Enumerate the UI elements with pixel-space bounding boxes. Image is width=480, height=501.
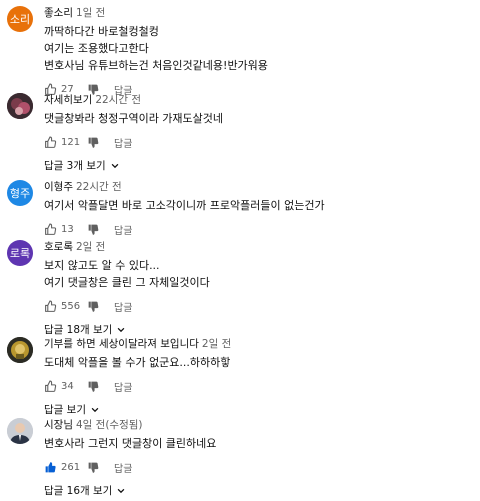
author-name[interactable]: 기부를 하면 세상이달라져 보입니다 <box>44 338 199 350</box>
chevron-down-icon <box>111 163 119 168</box>
avatar[interactable] <box>7 337 33 363</box>
comment-actions: 261 답글 <box>44 458 472 476</box>
reply-button[interactable]: 답글 <box>114 460 132 475</box>
thumb-up-outline-icon <box>45 300 57 312</box>
comment-header: 시장님 4일 전(수정됨) <box>44 418 472 432</box>
reply-button[interactable]: 답글 <box>114 222 132 237</box>
avatar[interactable] <box>7 418 33 444</box>
comment-text-line: 여기 댓글창은 클린 그 자체일것이다 <box>44 276 210 289</box>
like-count: 121 <box>61 136 81 148</box>
avatar-initials: 로록 <box>9 247 31 260</box>
comment-header: 이형주 22시간 전 <box>44 180 472 194</box>
view-replies-label: 답글 3개 보기 <box>44 160 106 172</box>
comment-time[interactable]: 22시간 전 <box>76 181 122 193</box>
comment-actions: 13 답글 <box>44 220 472 238</box>
avatar[interactable]: 소리 <box>7 6 33 32</box>
view-replies-button[interactable]: 답글 18개 보기 <box>44 322 472 337</box>
like-count: 34 <box>61 380 74 392</box>
comment-text-line: 보지 않고도 알 수 있다... <box>44 259 160 272</box>
thumb-up-outline-icon <box>45 136 57 148</box>
view-replies-button[interactable]: 답글 3개 보기 <box>44 158 472 173</box>
author-name[interactable]: 좋소리 <box>44 7 73 19</box>
author-name[interactable]: 이형주 <box>44 181 73 193</box>
dislike-button[interactable] <box>87 380 100 393</box>
comment-actions: 556 답글 <box>44 297 472 315</box>
like-button[interactable] <box>44 461 57 474</box>
comments-section: 소리 좋소리 1일 전 까딱하다간 바로철컹철컹 여기는 조용했다고한다 변호사님… <box>0 0 480 501</box>
comment-text-line: 변호사라 그런지 댓글창이 클린하네요 <box>44 437 217 450</box>
author-name[interactable]: 시장님 <box>44 419 73 431</box>
like-button[interactable] <box>44 380 57 393</box>
avatar-photo-icon <box>7 418 33 444</box>
comment-text: 변호사라 그런지 댓글창이 클린하네요 <box>44 435 472 452</box>
comment-text-line: 까딱하다간 바로철컹철컹 <box>44 25 159 38</box>
comment-text: 댓글창봐라 청정구역이라 가재도살것네 <box>44 110 472 127</box>
thumb-up-filled-icon <box>45 461 56 472</box>
avatar-initials: 소리 <box>9 13 31 26</box>
comment-header: 기부를 하면 세상이달라져 보입니다 2일 전 <box>44 337 472 351</box>
author-name[interactable]: 호로록 <box>44 241 73 253</box>
comment-text: 도대체 악플을 볼 수가 없군요...하하하핳 <box>44 354 472 371</box>
comment-actions: 121 답글 <box>44 133 472 151</box>
like-button[interactable] <box>44 136 57 149</box>
comment-text: 까딱하다간 바로철컹철컹 여기는 조용했다고한다 변호사님 유튜브하는건 처음인… <box>44 23 472 74</box>
like-button[interactable] <box>44 300 57 313</box>
thumb-up-outline-icon <box>45 380 57 392</box>
like-count: 13 <box>61 223 74 235</box>
dislike-button[interactable] <box>87 300 100 313</box>
avatar[interactable]: 로록 <box>7 240 33 266</box>
like-button[interactable] <box>44 223 57 236</box>
author-name[interactable]: 자세히보기 <box>44 94 92 106</box>
comment-header: 자세히보기 22시간 전 <box>44 93 472 107</box>
view-replies-button[interactable]: 답글 보기 <box>44 402 472 417</box>
comment-text-line: 도대체 악플을 볼 수가 없군요...하하하핳 <box>44 356 231 369</box>
dislike-button[interactable] <box>87 461 100 474</box>
comment-header: 좋소리 1일 전 <box>44 6 472 20</box>
thumb-up-outline-icon <box>45 223 57 235</box>
comment-text-line: 댓글창봐라 청정구역이라 가재도살것네 <box>44 112 224 125</box>
thumb-down-icon <box>88 462 99 473</box>
avatar[interactable] <box>7 93 33 119</box>
comment-time[interactable]: 2일 전 <box>202 338 231 350</box>
like-count: 261 <box>61 461 81 473</box>
chevron-down-icon <box>91 407 99 412</box>
avatar-photo-icon <box>7 93 33 119</box>
view-replies-label: 답글 18개 보기 <box>44 324 113 336</box>
comment-text: 여기서 악플달면 바로 고소각이니까 프로악플러들이 없는건가 <box>44 197 472 214</box>
comment-text: 보지 않고도 알 수 있다... 여기 댓글창은 클린 그 자체일것이다 <box>44 257 472 291</box>
dislike-button[interactable] <box>87 223 100 236</box>
comment-text-line: 여기서 악플달면 바로 고소각이니까 프로악플러들이 없는건가 <box>44 199 325 212</box>
comment-text-line: 여기는 조용했다고한다 <box>44 42 149 55</box>
comment-time[interactable]: 22시간 전 <box>95 94 141 106</box>
comment-time[interactable]: 1일 전 <box>76 7 105 19</box>
thumb-down-icon <box>88 137 99 148</box>
reply-button[interactable]: 답글 <box>114 299 132 314</box>
chevron-down-icon <box>117 327 125 332</box>
comment-header: 호로록 2일 전 <box>44 240 472 254</box>
dislike-button[interactable] <box>87 136 100 149</box>
reply-button[interactable]: 답글 <box>114 379 132 394</box>
chevron-down-icon <box>117 488 125 493</box>
avatar-initials: 형주 <box>9 187 31 200</box>
comment-time[interactable]: 2일 전 <box>76 241 105 253</box>
thumb-down-icon <box>88 381 99 392</box>
avatar[interactable]: 형주 <box>7 180 33 206</box>
view-replies-label: 답글 16개 보기 <box>44 485 113 497</box>
reply-button[interactable]: 답글 <box>114 135 132 150</box>
view-replies-label: 답글 보기 <box>44 404 86 416</box>
comment-actions: 34 답글 <box>44 377 472 395</box>
comment-text-line: 변호사님 유튜브하는건 처음인것같네용!반가워용 <box>44 59 268 72</box>
thumb-down-icon <box>88 301 99 312</box>
like-count: 556 <box>61 300 81 312</box>
comment-time[interactable]: 4일 전(수정됨) <box>76 419 143 431</box>
avatar-photo-icon <box>7 337 33 363</box>
thumb-down-icon <box>88 224 99 235</box>
view-replies-button[interactable]: 답글 16개 보기 <box>44 483 472 498</box>
